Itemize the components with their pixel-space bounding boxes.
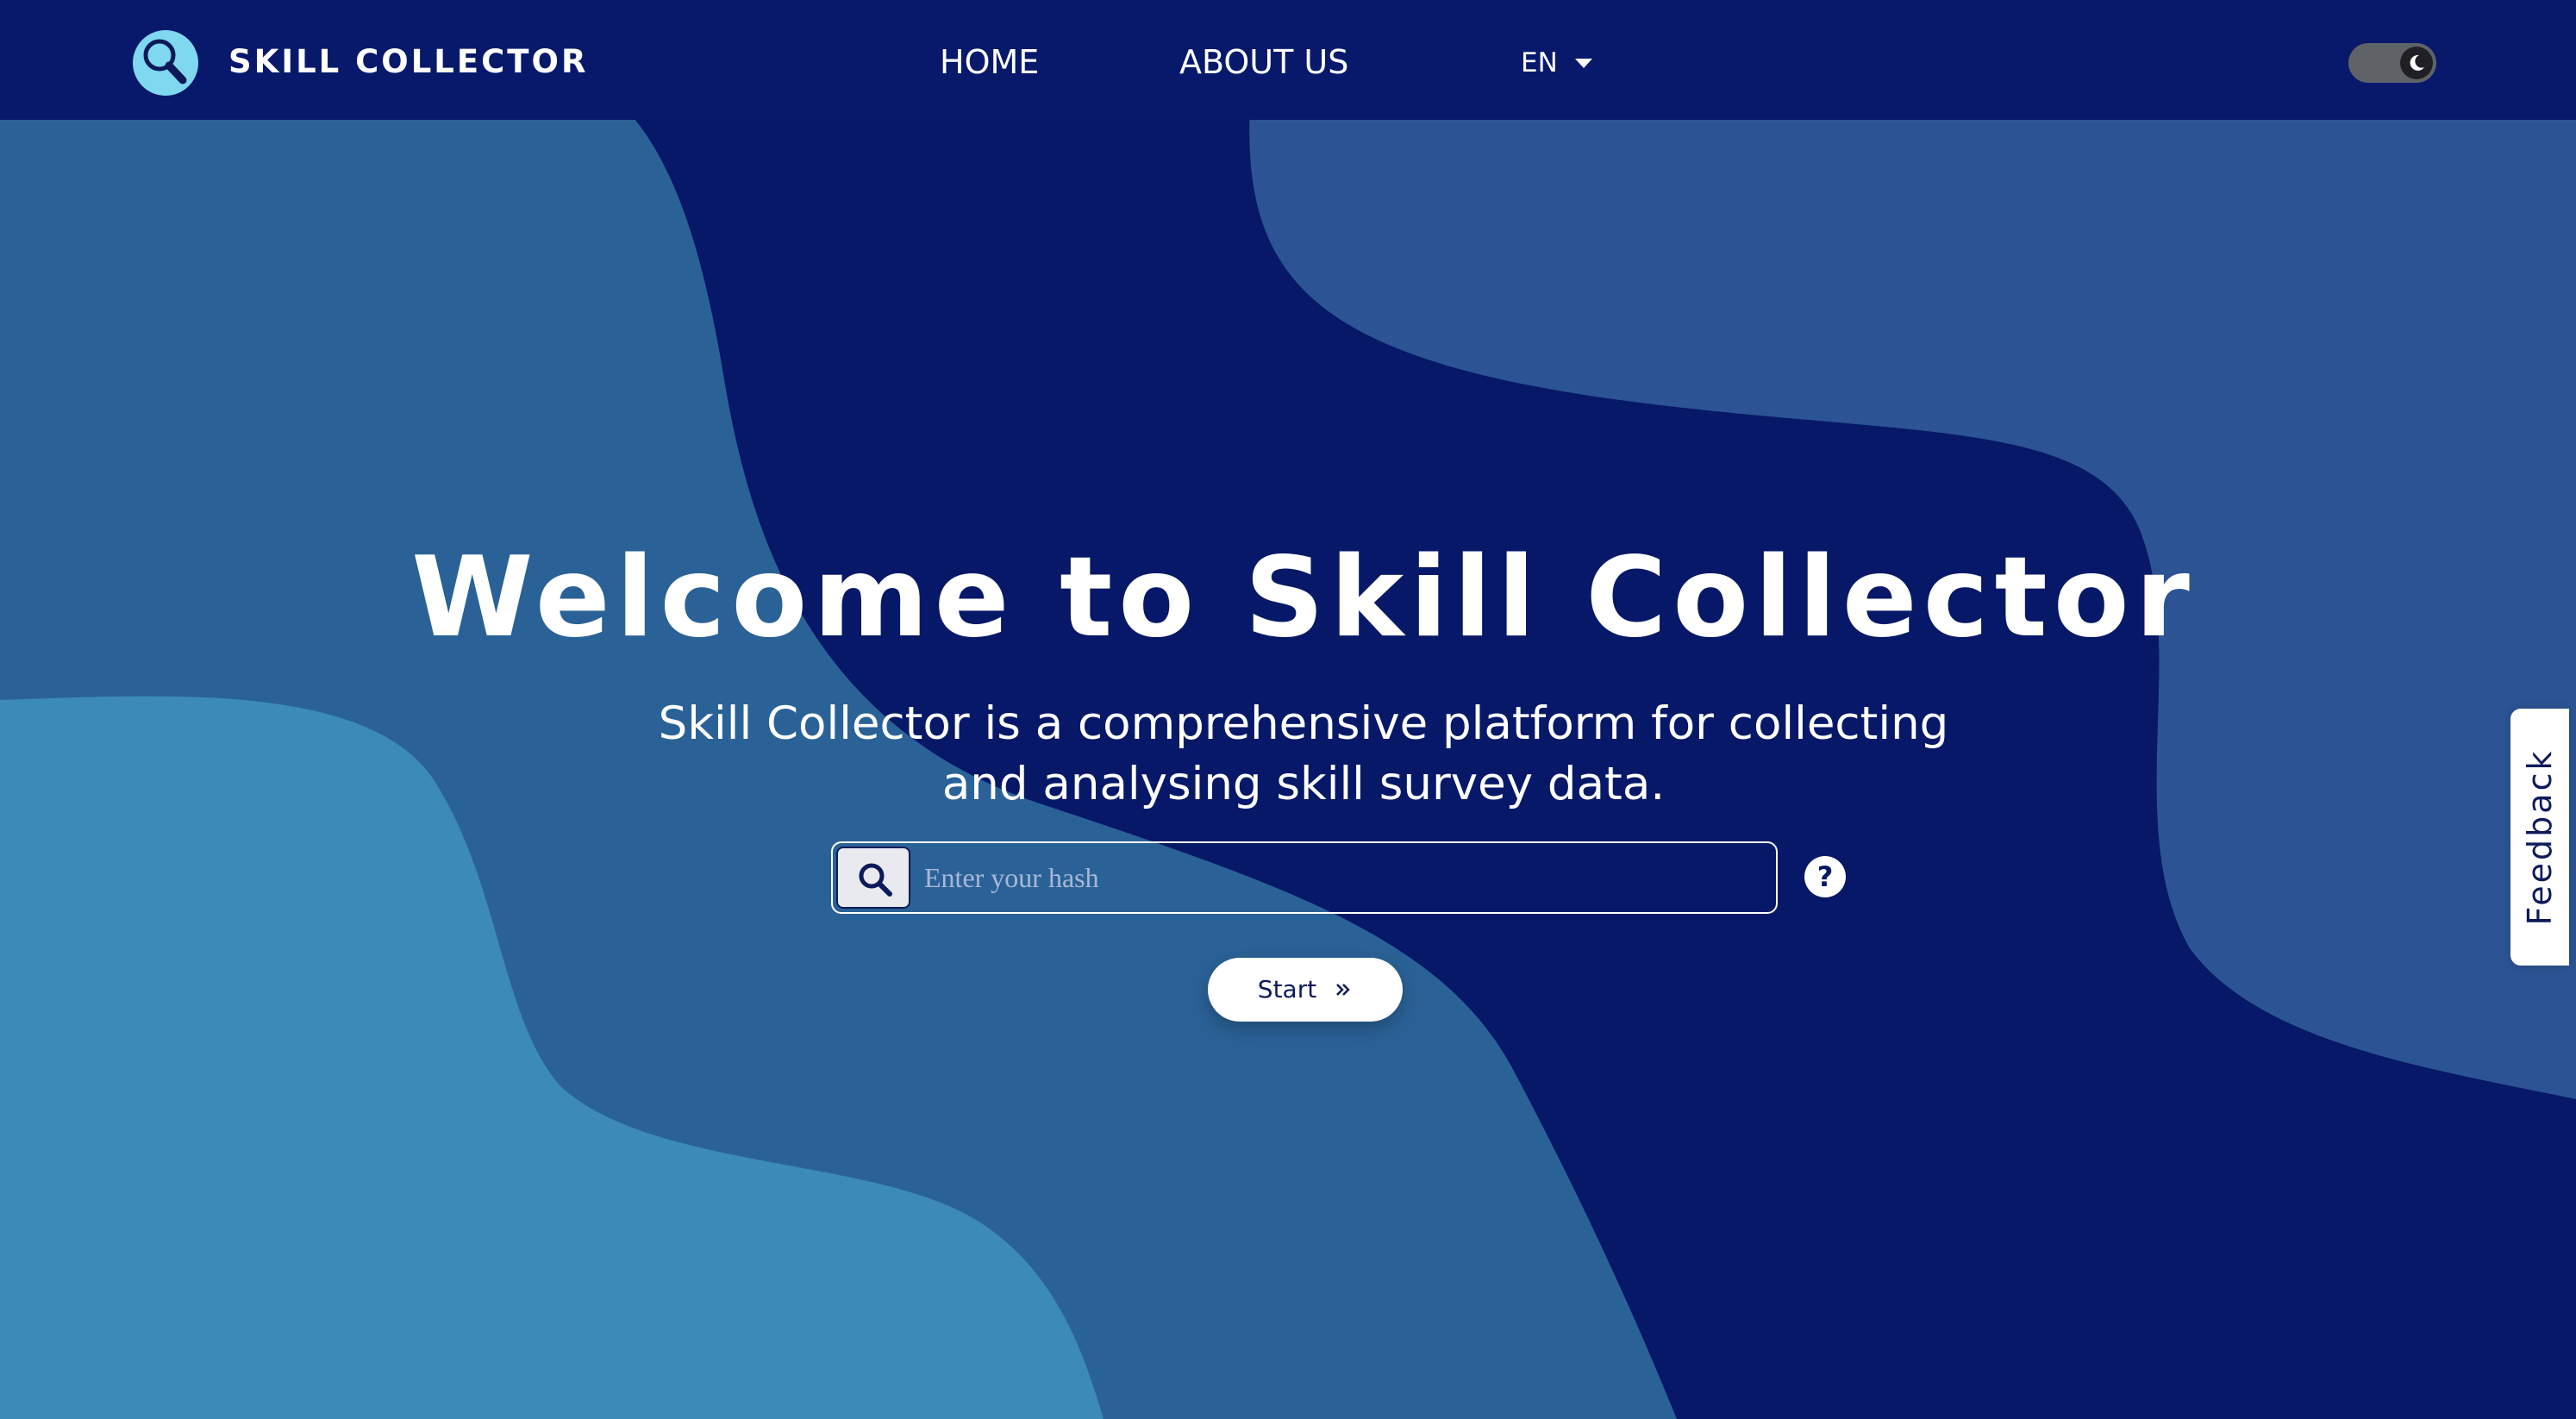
feedback-tab[interactable]: Feedback — [2510, 709, 2569, 966]
hash-input[interactable] — [919, 847, 1769, 909]
feedback-label: Feedback — [2521, 748, 2559, 926]
magnifier-logo-icon[interactable] — [131, 28, 200, 97]
search-icon — [859, 863, 892, 897]
caret-down-icon — [1574, 58, 1592, 68]
top-navbar: SKILL COLLECTOR HOME ABOUT US EN — [0, 0, 2576, 120]
nav-home-link[interactable]: HOME — [940, 40, 1039, 84]
language-label: EN — [1521, 47, 1558, 78]
hash-search-box — [831, 841, 1778, 914]
language-selector[interactable]: EN — [1521, 43, 1592, 83]
hero-title: Welcome to Skill Collector — [411, 534, 2196, 662]
svg-text:?: ? — [1817, 860, 1834, 893]
hero-subtitle: Skill Collector is a comprehensive platf… — [0, 694, 2576, 815]
search-button[interactable] — [836, 847, 910, 909]
brand-name[interactable]: SKILL COLLECTOR — [228, 41, 589, 84]
moon-icon — [2410, 54, 2424, 71]
hero-subtitle-line: Skill Collector is a comprehensive platf… — [658, 697, 1949, 750]
double-chevron-right-icon — [1336, 984, 1350, 996]
nav-about-link[interactable]: ABOUT US — [1179, 40, 1348, 84]
start-button[interactable]: Start — [1208, 958, 1403, 1022]
hero-subtitle-line: and analysing skill survey data. — [941, 758, 1666, 810]
question-circle-icon[interactable]: ? — [1804, 855, 1847, 898]
start-label: Start — [1257, 975, 1317, 1003]
theme-toggle[interactable] — [2348, 43, 2436, 83]
toggle-knob — [2400, 47, 2433, 79]
